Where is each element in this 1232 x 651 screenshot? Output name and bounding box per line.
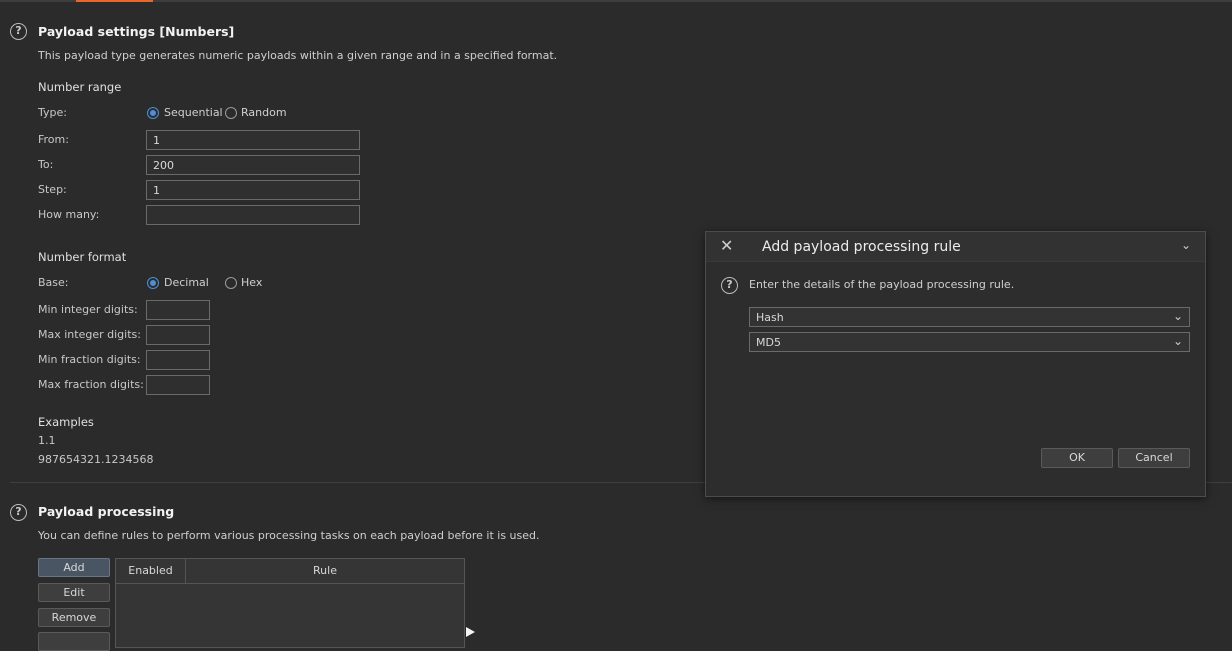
close-icon[interactable]: ✕ bbox=[720, 238, 733, 254]
chevron-down-icon[interactable]: ⌄ bbox=[1181, 238, 1191, 252]
min-integer-digits-field[interactable] bbox=[146, 300, 210, 320]
top-strip bbox=[0, 0, 1232, 2]
enabled-column-header[interactable]: Enabled bbox=[116, 559, 186, 584]
step-field[interactable]: 1 bbox=[146, 180, 360, 200]
payload-settings-title: Payload settings [Numbers] bbox=[38, 24, 235, 39]
max-integer-digits-label: Max integer digits: bbox=[38, 328, 141, 341]
example-line-1: 1.1 bbox=[38, 434, 56, 447]
min-integer-digits-label: Min integer digits: bbox=[38, 303, 138, 316]
algorithm-value: MD5 bbox=[756, 336, 781, 349]
decimal-radio[interactable] bbox=[147, 277, 159, 289]
ok-button[interactable]: OK bbox=[1041, 448, 1113, 468]
how-many-label: How many: bbox=[38, 208, 100, 221]
rule-column-header[interactable]: Rule bbox=[186, 559, 464, 584]
type-label: Type: bbox=[38, 106, 67, 119]
to-label: To: bbox=[38, 158, 54, 171]
algorithm-select[interactable]: MD5 ⌄ bbox=[749, 332, 1190, 352]
to-field[interactable]: 200 bbox=[146, 155, 360, 175]
rules-table[interactable]: Enabled Rule bbox=[115, 558, 465, 648]
active-tab-indicator bbox=[76, 0, 153, 2]
random-label: Random bbox=[241, 106, 287, 119]
dialog-title: Add payload processing rule bbox=[762, 239, 961, 255]
payload-processing-title: Payload processing bbox=[38, 504, 175, 519]
how-many-field[interactable] bbox=[146, 205, 360, 225]
cancel-button[interactable]: Cancel bbox=[1118, 448, 1190, 468]
payload-settings-description: This payload type generates numeric payl… bbox=[38, 49, 558, 62]
sequential-label: Sequential bbox=[164, 106, 223, 119]
number-format-heading: Number format bbox=[38, 250, 127, 264]
min-fraction-digits-label: Min fraction digits: bbox=[38, 353, 141, 366]
help-icon[interactable]: ? bbox=[10, 504, 27, 521]
step-label: Step: bbox=[38, 183, 67, 196]
example-line-2: 987654321.1234568 bbox=[38, 453, 154, 466]
hex-radio[interactable] bbox=[225, 277, 237, 289]
rule-type-select[interactable]: Hash ⌄ bbox=[749, 307, 1190, 327]
max-integer-digits-field[interactable] bbox=[146, 325, 210, 345]
max-fraction-digits-label: Max fraction digits: bbox=[38, 378, 144, 391]
random-radio[interactable] bbox=[225, 107, 237, 119]
decimal-label: Decimal bbox=[164, 276, 209, 289]
help-icon[interactable]: ? bbox=[721, 277, 738, 294]
chevron-down-icon: ⌄ bbox=[1172, 334, 1183, 348]
from-field[interactable]: 1 bbox=[146, 130, 360, 150]
base-label: Base: bbox=[38, 276, 69, 289]
from-label: From: bbox=[38, 133, 69, 146]
number-range-heading: Number range bbox=[38, 80, 122, 94]
payload-processing-description: You can define rules to perform various … bbox=[38, 529, 540, 542]
help-icon[interactable]: ? bbox=[10, 23, 27, 40]
add-rule-dialog: ✕ Add payload processing rule ⌄ ? Enter … bbox=[705, 231, 1206, 497]
examples-heading: Examples bbox=[38, 415, 94, 429]
edit-button[interactable]: Edit bbox=[38, 583, 110, 602]
max-fraction-digits-field[interactable] bbox=[146, 375, 210, 395]
partial-button[interactable] bbox=[38, 632, 110, 651]
chevron-down-icon: ⌄ bbox=[1172, 309, 1183, 323]
dialog-header: ✕ Add payload processing rule ⌄ bbox=[706, 232, 1205, 262]
rule-type-value: Hash bbox=[756, 311, 784, 324]
add-button[interactable]: Add bbox=[38, 558, 110, 577]
dialog-instruction: Enter the details of the payload process… bbox=[749, 278, 1015, 291]
sequential-radio[interactable] bbox=[147, 107, 159, 119]
hex-label: Hex bbox=[241, 276, 263, 289]
min-fraction-digits-field[interactable] bbox=[146, 350, 210, 370]
mouse-cursor bbox=[466, 627, 475, 637]
remove-button[interactable]: Remove bbox=[38, 608, 110, 627]
